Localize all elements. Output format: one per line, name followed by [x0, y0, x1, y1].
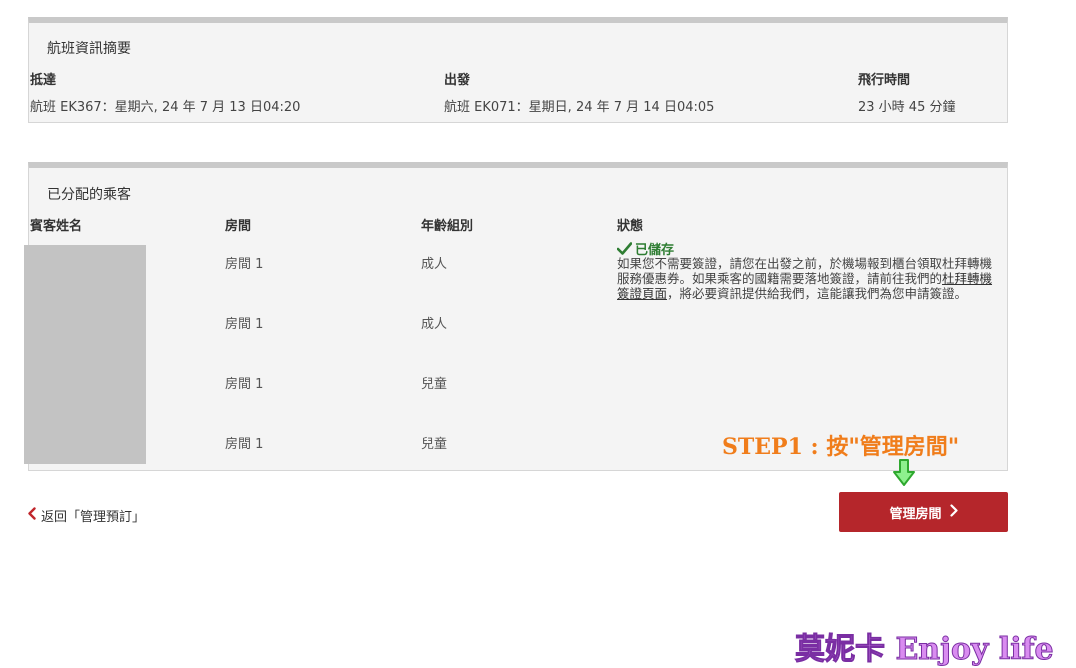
visa-info-text: 如果您不需要簽證，請您在出發之前，於機場報到櫃台領取杜拜轉機服務優惠券。如果乘客…	[617, 256, 1002, 301]
back-to-manage-booking-link[interactable]: 返回「管理預訂」	[27, 506, 145, 525]
manage-rooms-button[interactable]: 管理房間	[839, 492, 1008, 532]
flight-summary-title: 航班資訊摘要	[47, 41, 131, 57]
back-link-label: 返回「管理預訂」	[41, 510, 146, 525]
row-1-age-group: 成人	[421, 257, 448, 272]
guest-names-redacted	[24, 245, 146, 464]
row-2-room: 房間 1	[225, 317, 264, 332]
visa-info-part-1: 如果您不需要簽證，請您在出發之前，於機場報到櫃台領取杜拜轉機服務優惠券。如果乘客…	[617, 256, 993, 286]
row-3-age-group: 兒童	[421, 377, 448, 392]
row-2-age-group: 成人	[421, 317, 448, 332]
departure-value: 航班 EK071：星期日, 24 年 7 月 14 日04:05	[444, 100, 715, 115]
row-4-room: 房間 1	[225, 437, 264, 452]
arrival-header: 抵達	[30, 73, 57, 88]
row-1-room: 房間 1	[225, 257, 264, 272]
arrow-down-icon	[892, 459, 916, 491]
chevron-right-icon	[949, 503, 958, 521]
assigned-passengers-title: 已分配的乘客	[47, 187, 131, 203]
departure-header: 出發	[444, 73, 471, 88]
manage-rooms-label: 管理房間	[889, 506, 942, 522]
step-annotation: STEP1 : 按"管理房間"	[722, 434, 960, 460]
flight-time-value: 23 小時 45 分鐘	[858, 100, 956, 115]
row-4-age-group: 兒童	[421, 437, 448, 452]
watermark: 莫妮卡 Enjoy life	[795, 632, 1055, 668]
check-icon	[617, 242, 632, 255]
age-group-header: 年齡組別	[421, 219, 474, 234]
assigned-passengers-panel	[28, 162, 1008, 471]
visa-info-part-2: ，將必要資訊提供給我們，這能讓我們為您申請簽證。	[667, 286, 968, 301]
status-header: 狀態	[617, 219, 644, 234]
arrival-value: 航班 EK367：星期六, 24 年 7 月 13 日04:20	[30, 100, 301, 115]
row-3-room: 房間 1	[225, 377, 264, 392]
flight-time-header: 飛行時間	[858, 73, 911, 88]
chevron-left-icon	[27, 507, 36, 524]
guest-name-header: 賓客姓名	[30, 219, 83, 234]
room-header: 房間	[225, 219, 252, 234]
